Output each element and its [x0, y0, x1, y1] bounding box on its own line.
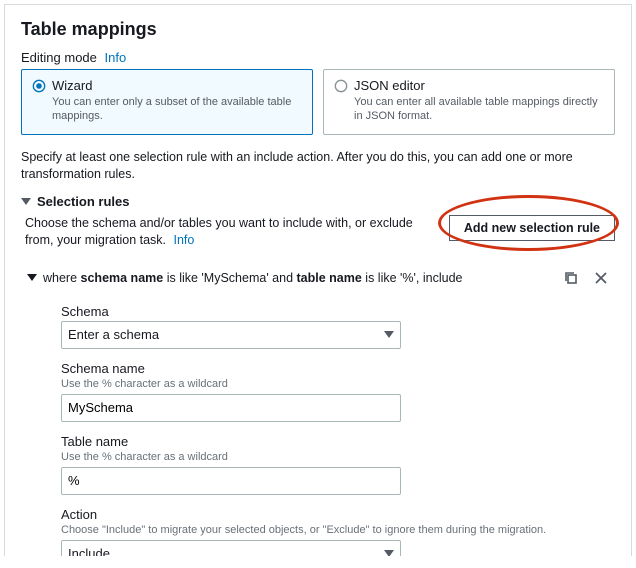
- add-new-selection-rule-button[interactable]: Add new selection rule: [449, 215, 615, 241]
- copy-icon: [563, 270, 579, 286]
- selection-rules-header-text: Selection rules: [37, 194, 129, 209]
- rule-summary-table-label: table name: [297, 271, 362, 285]
- caret-down-icon: [21, 194, 31, 209]
- mode-card-json[interactable]: JSON editor You can enter all available …: [323, 69, 615, 135]
- editing-mode-info-link[interactable]: Info: [105, 50, 127, 65]
- table-name-input[interactable]: [61, 467, 401, 495]
- selection-rules-desc-text: Choose the schema and/or tables you want…: [25, 216, 413, 248]
- mode-json-desc: You can enter all available table mappin…: [354, 95, 604, 124]
- schema-select-value: Enter a schema: [68, 327, 159, 342]
- mode-json-title: JSON editor: [354, 78, 604, 93]
- rule-summary-prefix: where: [43, 271, 81, 285]
- selection-rules-toggle[interactable]: Selection rules: [21, 194, 615, 209]
- rule-summary-schema-label: schema name: [81, 271, 164, 285]
- duplicate-rule-button[interactable]: [559, 266, 583, 290]
- schema-name-field-hint: Use the % character as a wildcard: [61, 378, 615, 390]
- remove-rule-button[interactable]: [589, 266, 613, 290]
- caret-down-icon[interactable]: [27, 271, 37, 285]
- close-icon: [593, 270, 609, 286]
- editing-mode-text: Editing mode: [21, 50, 97, 65]
- mode-wizard-desc: You can enter only a subset of the avail…: [52, 95, 302, 124]
- chevron-down-icon: [384, 327, 394, 342]
- mode-wizard-title: Wizard: [52, 78, 302, 93]
- schema-name-field-label: Schema name: [61, 361, 615, 376]
- panel-title: Table mappings: [21, 19, 615, 40]
- table-name-field-hint: Use the % character as a wildcard: [61, 451, 615, 463]
- rule-summary-mid1: is like 'MySchema' and: [163, 271, 296, 285]
- mode-card-wizard[interactable]: Wizard You can enter only a subset of th…: [21, 69, 313, 135]
- schema-name-input[interactable]: [61, 394, 401, 422]
- radio-selected-icon: [32, 79, 46, 93]
- table-mappings-panel: Table mappings Editing mode Info Wizard …: [4, 4, 632, 564]
- rule-summary-mid2: is like '%', include: [362, 271, 463, 285]
- torn-edge-decoration: [0, 556, 636, 568]
- table-name-field-label: Table name: [61, 434, 615, 449]
- selection-rules-info-link[interactable]: Info: [174, 233, 195, 247]
- action-field-label: Action: [61, 507, 615, 522]
- selection-rules-desc: Choose the schema and/or tables you want…: [25, 215, 437, 250]
- help-text: Specify at least one selection rule with…: [21, 149, 615, 184]
- schema-field-label: Schema: [61, 304, 615, 319]
- editing-mode-label: Editing mode Info: [21, 50, 615, 65]
- editing-mode-options: Wizard You can enter only a subset of th…: [21, 69, 615, 135]
- action-field-hint: Choose "Include" to migrate your selecte…: [61, 524, 615, 536]
- rule-summary: where schema name is like 'MySchema' and…: [43, 271, 462, 285]
- selection-rule-item: where schema name is like 'MySchema' and…: [25, 262, 615, 568]
- rule-form: Schema Enter a schema Schema name Use th…: [61, 304, 615, 568]
- radio-unselected-icon: [334, 79, 348, 93]
- schema-select[interactable]: Enter a schema: [61, 321, 401, 349]
